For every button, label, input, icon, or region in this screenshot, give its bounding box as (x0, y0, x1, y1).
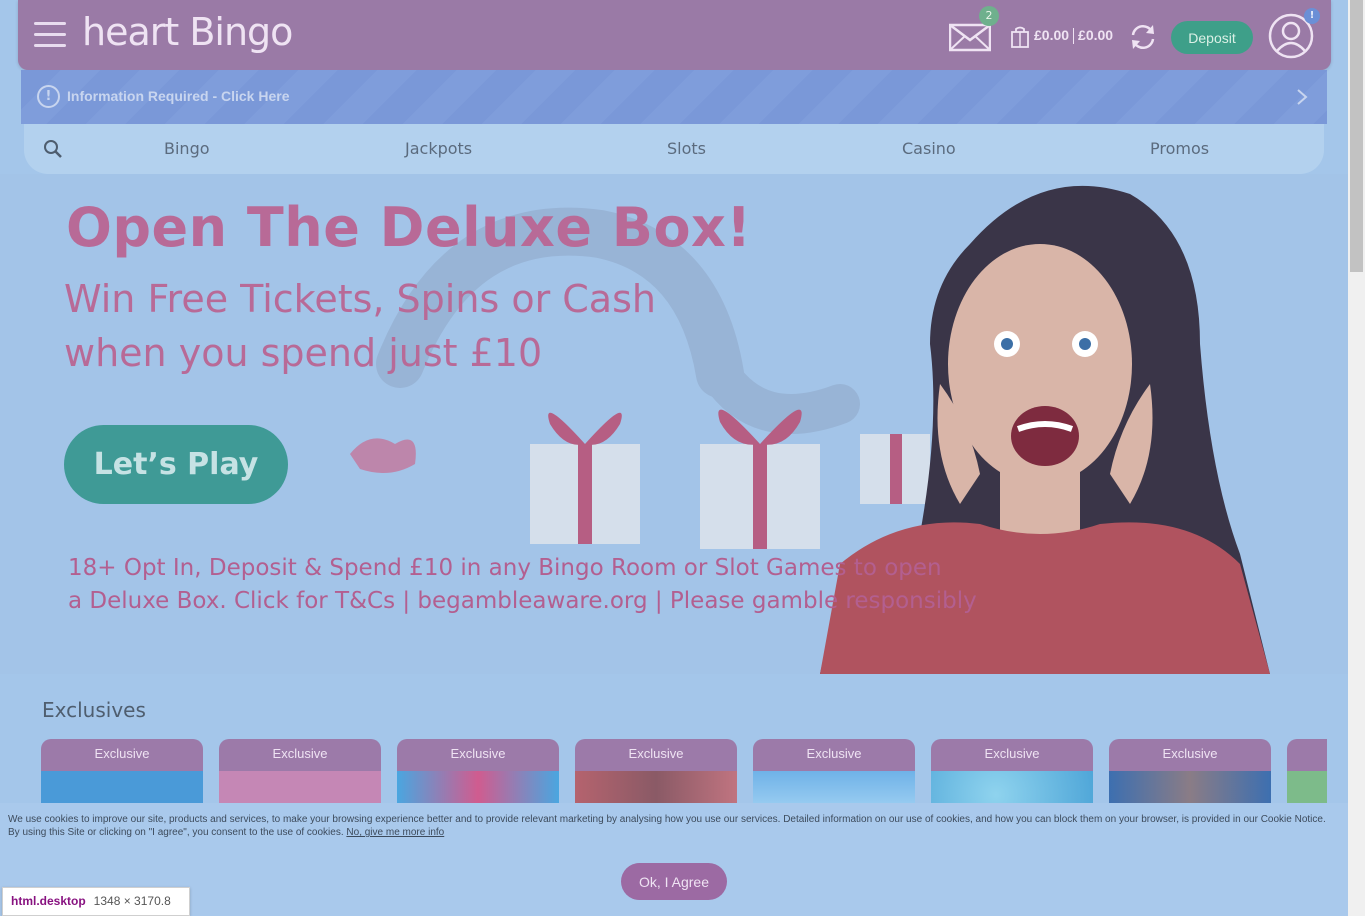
account-alert-badge: ! (1304, 8, 1320, 24)
cookie-banner: We use cookies to improve our site, prod… (0, 803, 1348, 916)
bonus-balance: £0.00 (1078, 27, 1114, 43)
exclusive-game-card[interactable]: Exclusive (753, 739, 915, 809)
lets-play-button[interactable]: Let’s Play (64, 425, 288, 504)
bag-icon (1011, 26, 1029, 48)
hero-terms-line-1: 18+ Opt In, Deposit & Spend £10 in any B… (68, 555, 942, 581)
nav-item-slots[interactable]: Slots (667, 139, 706, 158)
cookie-text-line-2: By using this Site or clicking on "I agr… (8, 826, 1338, 839)
site-header: heart Bingo 2 £0.00 £0.00 Deposit ! (18, 0, 1331, 70)
exclusive-label: Exclusive (1109, 739, 1271, 771)
chevron-right-icon (1297, 89, 1308, 105)
exclusives-heading: Exclusives (42, 698, 146, 722)
exclusive-label: Exclusive (753, 739, 915, 771)
menu-icon[interactable] (34, 22, 66, 50)
mail-count-badge: 2 (979, 6, 999, 26)
deposit-button[interactable]: Deposit (1171, 21, 1253, 54)
tooltip-element-size: 1348 × 3170.8 (93, 894, 171, 908)
exclusive-game-card[interactable]: Exclusive (397, 739, 559, 809)
exclusive-label: Exclusive (41, 739, 203, 771)
refresh-icon[interactable] (1128, 22, 1158, 52)
search-icon[interactable] (43, 139, 63, 159)
nav-item-jackpots[interactable]: Jackpots (405, 139, 472, 158)
nav-item-promos[interactable]: Promos (1150, 139, 1209, 158)
tooltip-element-name: html.desktop (11, 894, 86, 908)
information-required-text: Information Required - Click Here (67, 88, 290, 104)
exclusive-game-card[interactable]: Exclusive (575, 739, 737, 809)
cash-balance: £0.00 (1034, 27, 1070, 43)
exclusive-label: Exclusive (397, 739, 559, 771)
cookie-consent-text: By using this Site or clicking on "I agr… (8, 827, 347, 838)
nav-item-bingo[interactable]: Bingo (164, 139, 210, 158)
exclusive-game-card[interactable]: Exclusive (931, 739, 1093, 809)
exclusive-game-card[interactable]: Exclusive (219, 739, 381, 809)
exclusive-game-card[interactable]: Exclusive (41, 739, 203, 809)
info-alert-icon: ! (37, 85, 60, 108)
hero-subtitle-line-1: Win Free Tickets, Spins or Cash (64, 277, 656, 321)
information-required-banner[interactable]: ! Information Required - Click Here (21, 70, 1327, 124)
cookie-text-line-1: We use cookies to improve our site, prod… (8, 814, 1326, 825)
devtools-element-tooltip: html.desktop 1348 × 3170.8 (2, 887, 190, 916)
cookie-notice-text: We use cookies to improve our site, prod… (8, 813, 1338, 839)
exclusive-game-card-partial[interactable] (1287, 739, 1327, 809)
exclusive-label: Exclusive (219, 739, 381, 771)
hero-subtitle-line-2: when you spend just £10 (64, 331, 543, 375)
nav-item-casino[interactable]: Casino (902, 139, 956, 158)
hero-title: Open The Deluxe Box! (66, 196, 752, 259)
hero-terms-line-2: a Deluxe Box. Click for T&Cs | begamblea… (68, 588, 977, 614)
mail-icon[interactable] (949, 22, 991, 52)
main-nav: Bingo Jackpots Slots Casino Promos (24, 124, 1324, 174)
exclusive-label-partial (1287, 739, 1327, 771)
gift-box-left (530, 412, 640, 544)
cookie-agree-button[interactable]: Ok, I Agree (621, 863, 727, 900)
heart-bingo-logo[interactable]: heart Bingo (82, 10, 293, 60)
more-info-link[interactable]: No, give me more info (346, 827, 444, 838)
balance-display[interactable]: £0.00 £0.00 (1034, 27, 1114, 45)
promo-hero-banner[interactable]: Open The Deluxe Box! Win Free Tickets, S… (0, 174, 1348, 674)
hero-subtitle: Win Free Tickets, Spins or Cash when you… (64, 272, 656, 380)
page-scrollbar-thumb[interactable] (1350, 0, 1363, 272)
exclusive-label: Exclusive (931, 739, 1093, 771)
balance-divider (1073, 28, 1075, 45)
exclusive-game-card[interactable]: Exclusive (1109, 739, 1271, 809)
gift-box-right (860, 434, 930, 504)
exclusive-label: Exclusive (575, 739, 737, 771)
hero-terms[interactable]: 18+ Opt In, Deposit & Spend £10 in any B… (68, 552, 977, 618)
